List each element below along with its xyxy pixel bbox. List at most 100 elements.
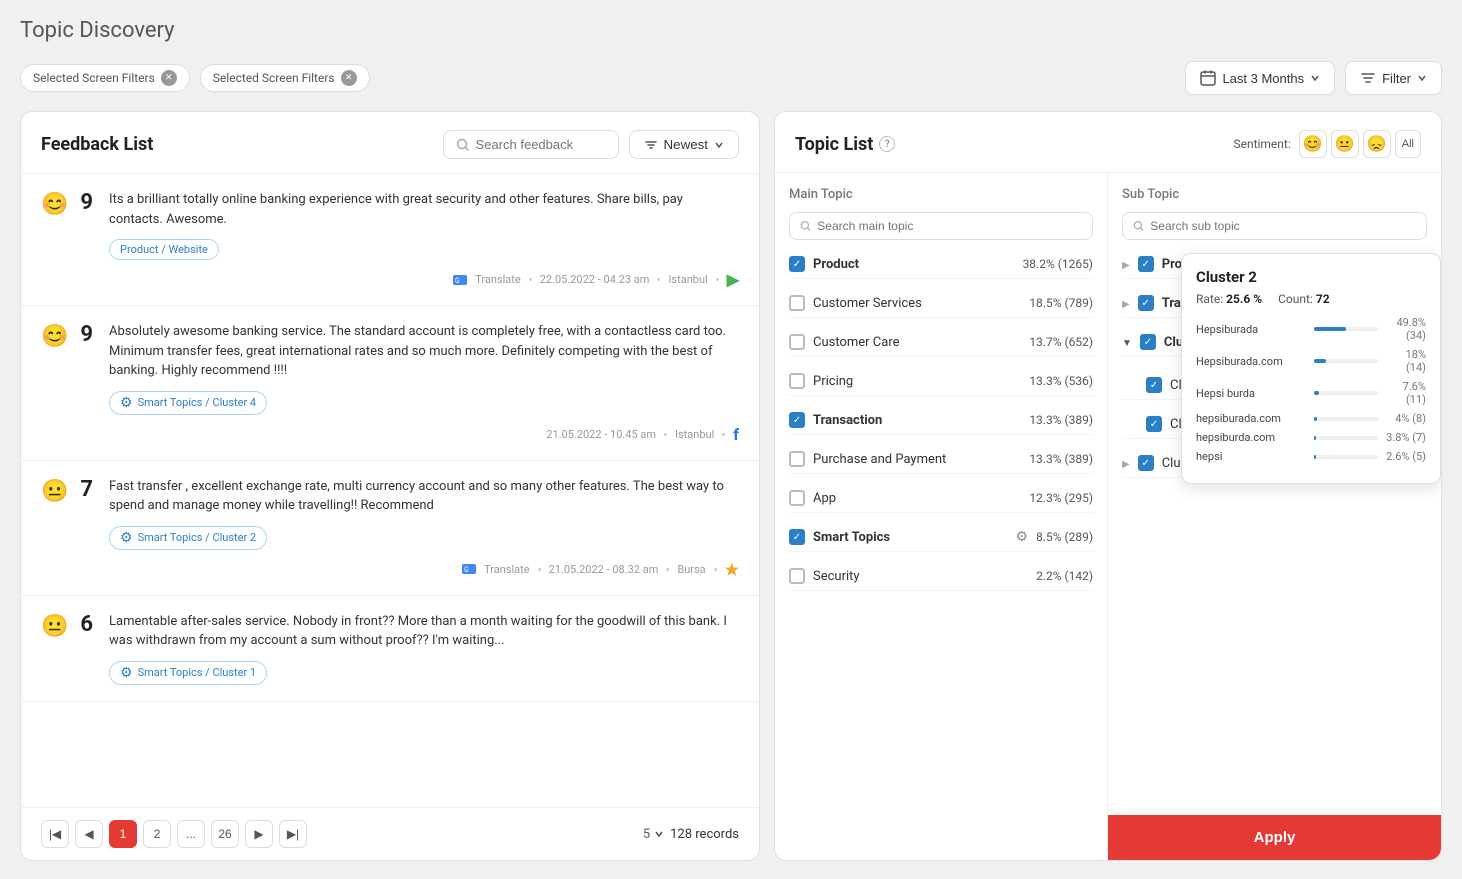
cluster2-bar-fill-2 (1314, 359, 1326, 363)
cluster2-bar-label-6: hepsi (1196, 450, 1306, 463)
date-range-button[interactable]: Last 3 Months (1185, 61, 1335, 95)
cluster2-bar-label-3: Hepsi burda (1196, 387, 1306, 400)
sentiment-happy-btn[interactable]: 😊 (1299, 130, 1327, 158)
cluster2-bar-val-1: 49.8% (34) (1386, 316, 1426, 342)
topic-header: Topic List ? Sentiment: 😊 😐 😞 All (775, 112, 1441, 173)
filter-chip-2-close[interactable]: ✕ (341, 70, 357, 86)
topic-checkbox-transaction[interactable] (789, 412, 805, 428)
expand-arrow-clu4[interactable]: ▶ (1122, 459, 1130, 470)
feedback-meta-2: 21.05.2022 - 10.45 am Istanbul f (41, 425, 739, 444)
topic-checkbox-customer-care[interactable] (789, 334, 805, 350)
cluster2-bar-3: Hepsi burda 7.6% (11) (1196, 380, 1426, 406)
sub-topic-search-input[interactable] (1150, 219, 1416, 233)
sentiment-controls: Sentiment: 😊 😐 😞 All (1233, 130, 1421, 158)
filter-chevron-icon (1417, 73, 1427, 83)
sub-topic-search[interactable] (1122, 212, 1427, 240)
translate-icon-1: G (453, 275, 467, 285)
expand-arrow-transaction[interactable]: ▶ (1122, 299, 1130, 310)
page-next-btn[interactable]: ▶ (245, 820, 273, 848)
sub-checkbox-transaction-all[interactable] (1138, 295, 1154, 311)
sentiment-all-btn[interactable]: All (1395, 130, 1421, 158)
meta-dot-7 (666, 568, 669, 571)
page-first-btn[interactable]: |◀ (41, 820, 69, 848)
feedback-score-2: 9 (80, 322, 93, 415)
meta-date-1: 22.05.2022 - 04.23 am (540, 273, 650, 286)
cluster2-bar-5: hepsiburda.com 3.8% (7) (1196, 431, 1426, 444)
svg-text:G: G (464, 566, 469, 574)
topic-name-smart-topics: Smart Topics (813, 530, 1004, 545)
feedback-content-1: Its a brilliant totally online banking e… (109, 190, 739, 260)
feedback-text-1: Its a brilliant totally online banking e… (109, 190, 739, 229)
sentiment-icon-1: 😊 (41, 192, 68, 260)
meta-dot-4 (664, 433, 667, 436)
page-prev-btn[interactable]: ◀ (75, 820, 103, 848)
per-page-selector[interactable]: 5 (643, 827, 664, 842)
sort-button[interactable]: Newest (629, 130, 739, 159)
sub-checkbox-clu1[interactable] (1140, 334, 1156, 350)
expand-arrow-clu1[interactable]: ▼ (1122, 338, 1132, 349)
cluster2-bar-track-2 (1314, 359, 1378, 363)
page-btn-26[interactable]: 26 (211, 820, 239, 848)
filter-button[interactable]: Filter (1345, 61, 1442, 95)
topic-checkbox-product[interactable] (789, 256, 805, 272)
cluster2-bar-label-2: Hepsiburada.com (1196, 355, 1306, 368)
sub-checkbox-clu2[interactable] (1146, 377, 1162, 393)
feedback-item-3: 😐 7 Fast transfer , excellent exchange r… (21, 461, 759, 596)
topic-checkbox-app[interactable] (789, 490, 805, 506)
main-topic-search-input[interactable] (817, 219, 1082, 233)
tag-label-2: Smart Topics / Cluster 4 (138, 396, 257, 409)
main-topic-column: Main Topic Product 38.2% (1265) Customer… (775, 173, 1108, 860)
feedback-content-4: Lamentable after-sales service. Nobody i… (109, 612, 739, 685)
filter-chip-2[interactable]: Selected Screen Filters ✕ (200, 64, 370, 92)
cluster2-bar-val-3: 7.6% (11) (1386, 380, 1426, 406)
page-btn-1[interactable]: 1 (109, 820, 137, 848)
cluster2-bar-1: Hepsiburada 49.8% (34) (1196, 316, 1426, 342)
topic-checkbox-smart-topics[interactable] (789, 529, 805, 545)
topic-panel: Topic List ? Sentiment: 😊 😐 😞 All Mai (774, 111, 1442, 861)
meta-city-3: Bursa (677, 563, 705, 576)
main-topic-search[interactable] (789, 212, 1093, 240)
sentiment-sad-btn[interactable]: 😞 (1363, 130, 1391, 158)
main-search-icon (800, 220, 811, 232)
topic-checkbox-security[interactable] (789, 568, 805, 584)
feedback-tag-1[interactable]: Product / Website (109, 239, 219, 260)
platform-icon-2: f (733, 425, 739, 444)
expand-arrow-product[interactable]: ▶ (1122, 260, 1130, 271)
topic-checkbox-pricing[interactable] (789, 373, 805, 389)
topic-checkbox-purchase[interactable] (789, 451, 805, 467)
cluster2-meta: Rate: 25.6 % Count: 72 (1196, 292, 1426, 306)
feedback-tag-2[interactable]: ⚙ Smart Topics / Cluster 4 (109, 391, 267, 415)
search-feedback-box[interactable] (443, 130, 619, 159)
svg-text:G: G (455, 277, 460, 285)
chevron-down-icon (1310, 73, 1320, 83)
cluster2-tooltip: Cluster 2 Rate: 25.6 % Count: 72 Hepsibu… (1181, 253, 1441, 484)
feedback-tag-3[interactable]: ⚙ Smart Topics / Cluster 2 (109, 526, 267, 550)
sub-checkbox-clu4[interactable] (1138, 455, 1154, 471)
sub-checkbox-product-all[interactable] (1138, 256, 1154, 272)
filter-chip-1-close[interactable]: ✕ (161, 70, 177, 86)
per-page-value: 5 (643, 827, 650, 842)
feedback-tag-4[interactable]: ⚙ Smart Topics / Cluster 1 (109, 661, 267, 685)
top-bar: Selected Screen Filters ✕ Selected Scree… (20, 61, 1442, 95)
page-container: Topic Discovery Selected Screen Filters … (0, 0, 1462, 879)
search-feedback-input[interactable] (476, 137, 606, 152)
filter-label: Filter (1382, 71, 1411, 86)
page-last-btn[interactable]: ▶| (279, 820, 307, 848)
sentiment-label: Sentiment: (1233, 137, 1290, 151)
feedback-content-3: Fast transfer , excellent exchange rate,… (109, 477, 739, 550)
filter-chip-2-label: Selected Screen Filters (213, 71, 335, 85)
meta-translate-3: Translate (484, 563, 530, 576)
apply-button[interactable]: Apply (1108, 815, 1441, 860)
feedback-panel: Feedback List Newest (20, 111, 760, 861)
main-topic-row-customer-services: Customer Services 18.5% (789) (789, 289, 1093, 318)
feedback-meta-3: G Translate 21.05.2022 - 08.32 am Bursa … (41, 560, 739, 579)
info-icon[interactable]: ? (879, 136, 895, 152)
sentiment-neutral-btn[interactable]: 😐 (1331, 130, 1359, 158)
filter-chip-1[interactable]: Selected Screen Filters ✕ (20, 64, 190, 92)
meta-dot-2 (657, 278, 660, 281)
page-btn-2[interactable]: 2 (143, 820, 171, 848)
sub-checkbox-clu3[interactable] (1146, 416, 1162, 432)
cluster2-bar-fill-6 (1314, 455, 1316, 459)
topic-pct-product: 38.2% (1265) (1023, 257, 1093, 271)
topic-checkbox-customer-services[interactable] (789, 295, 805, 311)
